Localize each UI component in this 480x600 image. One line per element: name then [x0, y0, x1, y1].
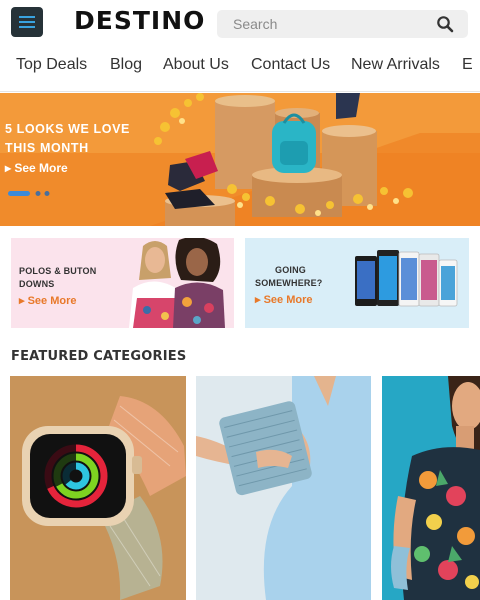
nav-item-new-arrivals[interactable]: New Arrivals: [351, 56, 440, 74]
carousel-dot-1[interactable]: [8, 191, 30, 196]
nav-item-contact-us[interactable]: Contact Us: [251, 56, 330, 74]
nav-item-blog[interactable]: Blog: [110, 56, 142, 74]
hero-title-line1: 5 LOOKS WE LOVE: [5, 122, 130, 136]
caret-right-icon: ▸: [5, 161, 15, 175]
caret-right-icon: ▸: [255, 294, 264, 306]
promo-polos-title-line1: POLOS & BUTON: [19, 266, 97, 276]
carousel-dot-2[interactable]: [35, 191, 41, 196]
promo-card-phones[interactable]: GOING SOMEWHERE? ▸ See More: [245, 238, 469, 328]
promo-phones-title: GOING SOMEWHERE?: [255, 264, 323, 290]
carousel-dots: [8, 191, 50, 196]
promo-polos-image: [129, 238, 225, 328]
category-nav: Top Deals Blog About Us Contact Us New A…: [0, 46, 480, 92]
promo-card-polos[interactable]: POLOS & BUTON DOWNS ▸ See More: [11, 238, 234, 328]
promo-polos-title: POLOS & BUTON DOWNS: [19, 265, 96, 291]
category-speakers-image: [196, 376, 371, 600]
hero-see-more-link[interactable]: ▸ See More: [5, 161, 68, 175]
promo-polos-title-line2: DOWNS: [19, 279, 55, 289]
category-card-speakers[interactable]: [196, 376, 371, 600]
hero-image: [0, 93, 480, 226]
site-logo[interactable]: DESTINO: [74, 6, 205, 35]
hamburger-menu-icon[interactable]: [11, 7, 43, 37]
search-icon[interactable]: [436, 15, 454, 33]
promo-phones-see-more-label: See More: [263, 294, 313, 306]
hero-banner[interactable]: 5 LOOKS WE LOVE THIS MONTH ▸ See More: [0, 93, 480, 226]
category-card-watches[interactable]: [10, 376, 186, 600]
nav-item-overflow[interactable]: E: [462, 56, 473, 74]
featured-categories-heading: FEATURED CATEGORIES: [11, 349, 187, 364]
search-placeholder: Search: [233, 16, 278, 32]
hero-title: 5 LOOKS WE LOVE THIS MONTH: [5, 120, 155, 158]
hero-title-line2: THIS MONTH: [5, 141, 89, 155]
search-input[interactable]: Search: [217, 10, 468, 38]
category-watches-image: [10, 376, 186, 600]
category-fashion-image: [382, 376, 480, 600]
promo-phones-title-line1: GOING: [275, 265, 307, 275]
nav-item-top-deals[interactable]: Top Deals: [16, 56, 87, 74]
nav-item-about-us[interactable]: About Us: [163, 56, 229, 74]
promo-polos-see-more-label: See More: [27, 295, 77, 307]
promo-phones-image: [355, 250, 458, 307]
header: DESTINO Search: [0, 0, 480, 46]
caret-right-icon: ▸: [19, 295, 28, 307]
carousel-dot-3[interactable]: [44, 191, 50, 196]
promo-polos-see-more-link[interactable]: ▸ See More: [19, 294, 77, 307]
category-card-womens-fashion[interactable]: [382, 376, 480, 600]
promo-phones-title-line2: SOMEWHERE?: [255, 278, 323, 288]
promo-phones-see-more-link[interactable]: ▸ See More: [255, 293, 313, 306]
hero-see-more-label: See More: [14, 161, 68, 175]
